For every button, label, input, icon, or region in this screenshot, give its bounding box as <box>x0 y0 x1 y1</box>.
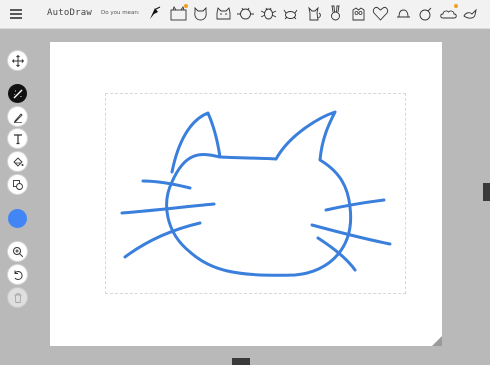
autodraw-tool[interactable] <box>8 84 27 103</box>
bird-icon <box>463 8 477 19</box>
bug-icon <box>260 7 276 20</box>
menu-icon[interactable] <box>9 7 23 21</box>
shapes-icon <box>12 179 23 190</box>
cat-doodle <box>120 110 392 277</box>
delete-button[interactable] <box>8 288 27 307</box>
bomb-icon <box>419 7 432 21</box>
pencil-bird-icon <box>150 6 161 19</box>
fill-tool[interactable] <box>8 152 27 171</box>
crab-icon <box>283 9 298 20</box>
suggestion-cat-face-outline[interactable] <box>191 4 210 23</box>
draw-tool[interactable] <box>8 107 27 126</box>
heart-face-icon <box>372 7 389 21</box>
owl-icon <box>352 7 364 21</box>
move-arrows-icon <box>11 54 24 67</box>
cat-sitting-icon <box>307 6 321 21</box>
suggestion-crab[interactable] <box>281 4 300 23</box>
autodraw-wand-icon <box>13 89 22 98</box>
whisker-right-1 <box>324 198 386 212</box>
cat-face-outline-icon <box>194 6 207 21</box>
zoom-in-icon <box>12 246 23 257</box>
whisker-left-1 <box>141 179 192 190</box>
undo-icon <box>14 270 23 280</box>
paint-bucket-icon <box>12 156 23 167</box>
pencil-icon <box>13 112 23 123</box>
type-tool[interactable] <box>8 129 27 148</box>
suggestion-hat[interactable] <box>394 4 413 23</box>
color-picker[interactable] <box>8 209 27 228</box>
app-title: AutoDraw <box>47 8 92 18</box>
suggestion-bunny[interactable] <box>326 4 345 23</box>
suggestion-pencil-bird[interactable] <box>146 4 165 23</box>
suggestion-cat-box[interactable] <box>169 4 188 23</box>
suggestion-owl[interactable] <box>349 4 368 23</box>
trash-icon <box>14 292 21 303</box>
horizontal-scroll-handle[interactable] <box>232 358 250 365</box>
shape-tool[interactable] <box>8 175 27 194</box>
top-bar: AutoDraw Do you mean: <box>0 0 490 29</box>
suggestion-bird[interactable] <box>461 4 480 23</box>
hat-icon <box>396 9 410 18</box>
suggestion-bug[interactable] <box>259 4 278 23</box>
suggestion-heart-face[interactable] <box>371 4 390 23</box>
suggestion-cat-sitting[interactable] <box>304 4 323 23</box>
cat-whiskers-icon <box>237 7 254 20</box>
suggestion-cat-whiskers[interactable] <box>236 4 255 23</box>
canvas-resize-handle[interactable] <box>432 336 442 346</box>
suggestion-bomb[interactable] <box>416 4 435 23</box>
drawing-canvas[interactable] <box>50 42 442 346</box>
left-toolbar <box>0 28 36 365</box>
move-tool[interactable] <box>8 51 27 70</box>
cat-head-outline <box>165 110 353 277</box>
undo-button[interactable] <box>8 265 27 284</box>
bunny-icon <box>331 5 340 21</box>
suggestions-label: Do you mean: <box>101 10 140 16</box>
text-t-icon <box>13 133 22 144</box>
suggestion-cloud-sun[interactable] <box>439 4 458 23</box>
suggestion-cat-head[interactable] <box>214 4 233 23</box>
cat-head-icon <box>216 7 230 20</box>
new-badge <box>453 4 458 8</box>
vertical-scroll-handle[interactable] <box>483 183 490 201</box>
zoom-tool[interactable] <box>8 242 27 261</box>
new-badge <box>183 4 188 8</box>
